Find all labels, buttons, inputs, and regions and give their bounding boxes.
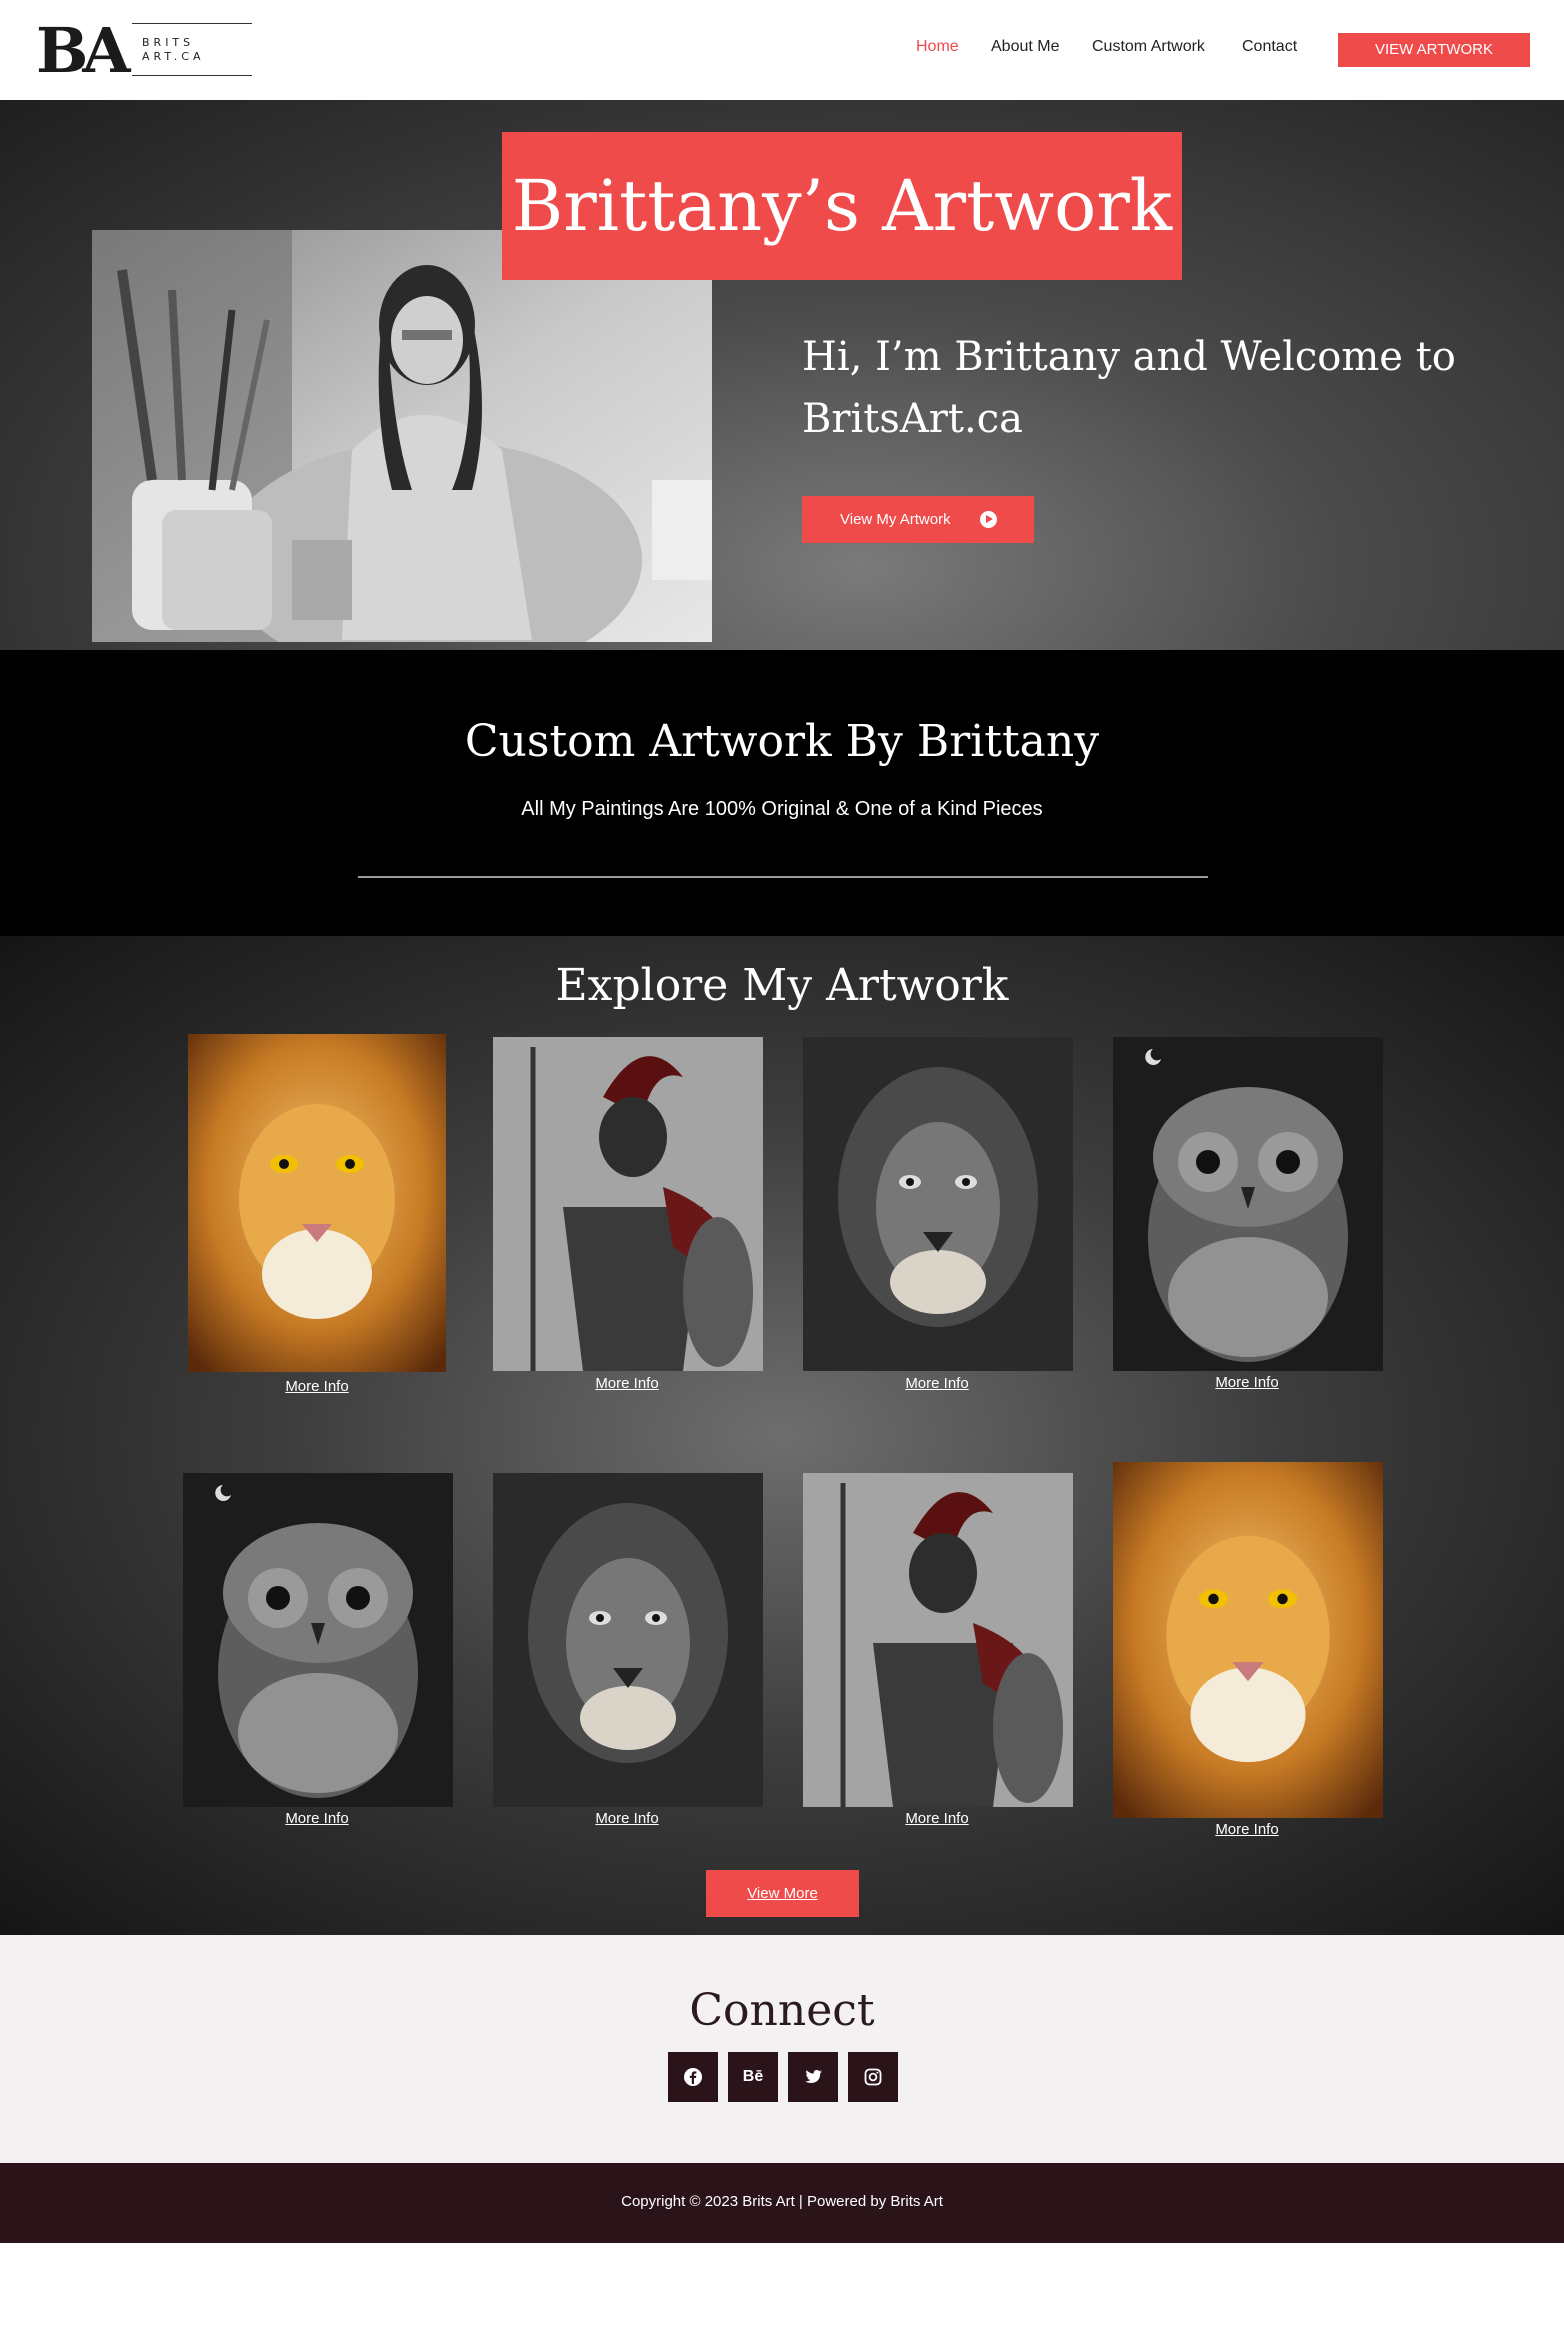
connect-section: Connect Bē: [0, 1935, 1564, 2163]
hero-title: Brittany’s Artwork: [511, 165, 1173, 247]
spartan-painting-image: [493, 1037, 763, 1371]
behance-link[interactable]: Bē: [728, 2052, 778, 2102]
hero-heading-line2: BritsArt.ca: [802, 396, 1023, 442]
hero-heading-line1: Hi, I’m Brittany and Welcome to: [802, 334, 1456, 380]
connect-title: Connect: [689, 1985, 875, 2036]
artwork-spartan[interactable]: [803, 1473, 1073, 1807]
hero-title-box: Brittany’s Artwork: [502, 132, 1182, 280]
artwork-lion-color[interactable]: [188, 1034, 446, 1372]
logo-divider-top: [132, 23, 252, 24]
owl-painting-image: [183, 1473, 453, 1807]
owl-painting-image: [1113, 1037, 1383, 1371]
lion-painting-image: [803, 1037, 1073, 1371]
twitter-icon: [805, 2070, 822, 2083]
artwork-owl[interactable]: [183, 1473, 453, 1807]
nav-contact[interactable]: Contact: [1242, 38, 1297, 56]
artwork-lion-bw[interactable]: [493, 1473, 763, 1807]
hero-section: Brittany’s Artwork Hi, I’m Brittany and …: [0, 100, 1564, 650]
artwork-lion-color[interactable]: [1113, 1462, 1383, 1818]
section-divider: [358, 876, 1208, 878]
artist-photo-image: [92, 230, 712, 642]
site-logo[interactable]: BA BRITS ART.CA: [36, 20, 252, 82]
copyright-text: Copyright © 2023 Brits Art | Powered by …: [621, 2193, 943, 2210]
site-footer: Copyright © 2023 Brits Art | Powered by …: [0, 2163, 1564, 2243]
facebook-icon: [684, 2068, 702, 2086]
more-info-link[interactable]: More Info: [527, 1810, 727, 1827]
lion-painting-image: [493, 1473, 763, 1807]
logo-monogram: BA: [36, 14, 130, 87]
view-artwork-button[interactable]: VIEW ARTWORK: [1338, 33, 1530, 67]
facebook-link[interactable]: [668, 2052, 718, 2102]
nav-about-me[interactable]: About Me: [991, 38, 1059, 56]
more-info-link[interactable]: More Info: [217, 1378, 417, 1395]
artist-photo: [92, 230, 712, 642]
more-info-link[interactable]: More Info: [837, 1810, 1037, 1827]
more-info-link[interactable]: More Info: [217, 1810, 417, 1827]
lion-painting-image: [1113, 1462, 1383, 1818]
view-more-button[interactable]: View More: [706, 1870, 859, 1917]
artwork-lion-bw[interactable]: [803, 1037, 1073, 1371]
lion-painting-image: [188, 1034, 446, 1372]
spartan-painting-image: [803, 1473, 1073, 1807]
site-header: BA BRITS ART.CA Home About Me Custom Art…: [0, 0, 1564, 100]
explore-artwork-title: Explore My Artwork: [555, 960, 1009, 1011]
twitter-link[interactable]: [788, 2052, 838, 2102]
artwork-spartan[interactable]: [493, 1037, 763, 1371]
nav-custom-artwork[interactable]: Custom Artwork: [1092, 38, 1205, 56]
nav-home[interactable]: Home: [916, 38, 959, 56]
logo-subtitle: BRITS ART.CA: [142, 36, 204, 64]
more-info-link[interactable]: More Info: [1147, 1821, 1347, 1838]
logo-subtitle-line2: ART.CA: [142, 50, 205, 63]
more-info-link[interactable]: More Info: [837, 1375, 1037, 1392]
instagram-link[interactable]: [848, 2052, 898, 2102]
explore-artwork-section: Explore My Artwork More Info More Info M…: [0, 936, 1564, 1935]
custom-artwork-title: Custom Artwork By Brittany: [464, 716, 1100, 767]
hero-heading: Hi, I’m Brittany and Welcome to BritsArt…: [802, 326, 1482, 450]
play-circle-icon: [980, 511, 997, 528]
more-info-link[interactable]: More Info: [1147, 1374, 1347, 1391]
logo-subtitle-line1: BRITS: [142, 36, 195, 49]
view-my-artwork-label: View My Artwork: [840, 511, 951, 528]
behance-icon: Bē: [742, 2068, 764, 2085]
artwork-owl[interactable]: [1113, 1037, 1383, 1371]
logo-divider-bottom: [132, 75, 252, 76]
custom-artwork-section: Custom Artwork By Brittany All My Painti…: [0, 650, 1564, 936]
more-info-link[interactable]: More Info: [527, 1375, 727, 1392]
instagram-icon: [864, 2068, 882, 2086]
custom-artwork-subtitle: All My Paintings Are 100% Original & One…: [521, 798, 1043, 820]
view-my-artwork-button[interactable]: View My Artwork: [802, 496, 1034, 543]
